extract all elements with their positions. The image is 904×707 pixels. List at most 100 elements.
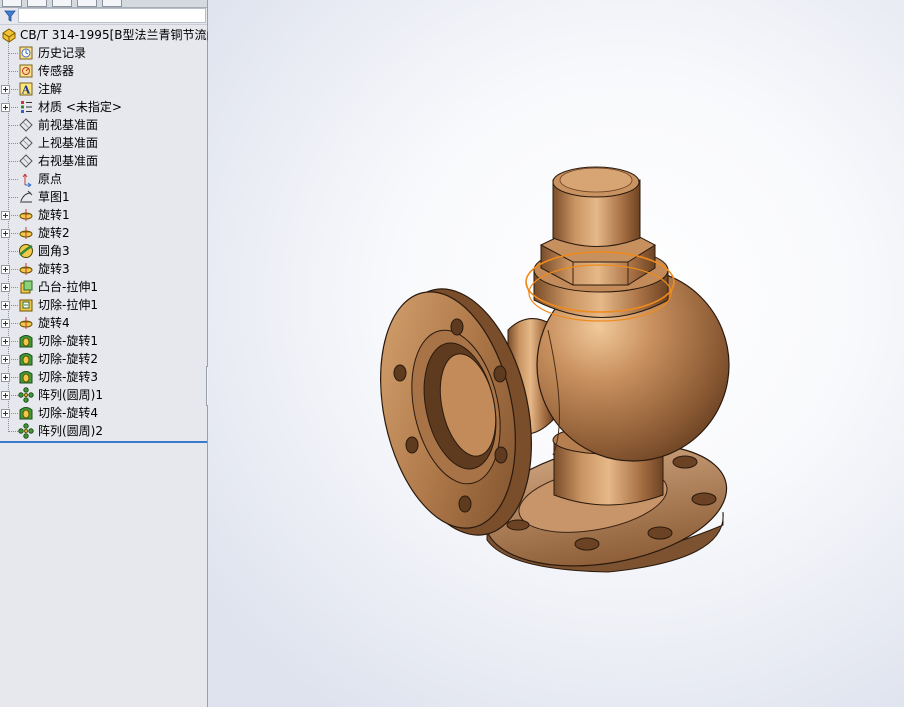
filter-icon[interactable]: [3, 9, 17, 23]
tab-feature-manager[interactable]: [2, 0, 22, 7]
tree-item[interactable]: 阵列(圆周)1: [0, 386, 207, 404]
tree-item[interactable]: 上视基准面: [0, 134, 207, 152]
tree-connector: [9, 323, 18, 324]
tree-item-label: 切除-旋转1: [38, 334, 98, 348]
sketch-icon: [20, 190, 33, 203]
tree-item-label: 切除-旋转4: [38, 406, 98, 420]
tree-connector: [9, 413, 18, 414]
tree-connector: [9, 251, 18, 252]
filter-input[interactable]: [18, 8, 206, 23]
revolve-icon: [19, 209, 33, 221]
sensor-icon: [19, 64, 33, 78]
tree-root-label: CB/T 314-1995[B型法兰青铜节流阀: [20, 28, 219, 42]
cut-extrude-icon: [19, 299, 33, 312]
tree-item[interactable]: 切除-旋转4: [0, 404, 207, 422]
tree-item-label: 旋转2: [38, 226, 70, 240]
tree-root-part[interactable]: CB/T 314-1995[B型法兰青铜节流阀: [0, 26, 219, 44]
tree-item[interactable]: 切除-旋转2: [0, 350, 207, 368]
tab-property-manager[interactable]: [27, 0, 47, 7]
tree-item-label: 旋转4: [38, 316, 70, 330]
tab-dimxpert-manager[interactable]: [77, 0, 97, 7]
tree-connector: [9, 53, 18, 54]
tree-connector: [9, 305, 18, 306]
tree-item-label: 传感器: [38, 64, 75, 78]
cut-revolve-icon: [19, 407, 33, 420]
stem-cap: [552, 166, 641, 247]
filter-row: [0, 7, 207, 25]
tree-connector: [9, 359, 18, 360]
tree-connector: [9, 395, 18, 396]
tab-configuration-manager[interactable]: [52, 0, 72, 7]
tree-item[interactable]: 阵列(圆周)2: [0, 422, 207, 440]
fillet-icon: [19, 244, 33, 258]
annotation-icon: A: [19, 82, 33, 97]
tree-connector: [9, 287, 18, 288]
tree-item[interactable]: 原点: [0, 170, 207, 188]
plane-icon: [19, 136, 33, 150]
tree-connector: [9, 107, 18, 108]
tree-item[interactable]: 圆角3: [0, 242, 207, 260]
tree-item-label: 切除-旋转3: [38, 370, 98, 384]
tree-connector: [9, 143, 18, 144]
tree-connector: [9, 341, 18, 342]
history-icon: [19, 46, 33, 60]
tree-item-label: 注解: [38, 82, 63, 96]
tree-item[interactable]: 旋转1: [0, 206, 207, 224]
material-icon: [21, 101, 32, 113]
graphics-viewport[interactable]: [208, 0, 904, 707]
tree-item[interactable]: 凸台-拉伸1: [0, 278, 207, 296]
tree-item-label: 上视基准面: [38, 136, 99, 150]
tree-connector: [9, 215, 18, 216]
tree-item[interactable]: 传感器: [0, 62, 207, 80]
tree-item-label: 切除-旋转2: [38, 352, 98, 366]
tree-connector: [9, 179, 18, 180]
tree-item-label: 历史记录: [38, 46, 87, 60]
tree-connector: [9, 431, 18, 432]
cut-revolve-icon: [19, 353, 33, 366]
tree-item[interactable]: 旋转4: [0, 314, 207, 332]
tree-connector: [9, 377, 18, 378]
tree-item[interactable]: 切除-旋转3: [0, 368, 207, 386]
circular-pattern-icon: [18, 423, 34, 439]
tree-item[interactable]: 材质 <未指定>: [0, 98, 207, 116]
tree-item[interactable]: 草图1: [0, 188, 207, 206]
tree-end-divider: [0, 441, 207, 443]
tree-connector: [9, 71, 18, 72]
tree-connector: [9, 161, 18, 162]
tree-item[interactable]: 切除-旋转1: [0, 332, 207, 350]
revolve-icon: [19, 317, 33, 329]
cut-revolve-icon: [19, 371, 33, 384]
part-icon: [2, 28, 16, 43]
feature-manager-panel: CB/T 314-1995[B型法兰青铜节流阀 历史记录传感器 A 注解材质 <未指…: [0, 0, 219, 707]
revolve-icon: [19, 263, 33, 275]
tree-item[interactable]: 历史记录: [0, 44, 207, 62]
valve-3d-model[interactable]: [208, 0, 904, 707]
boss-extrude-icon: [20, 280, 33, 294]
circular-pattern-icon: [18, 387, 34, 403]
tree-item[interactable]: 旋转2: [0, 224, 207, 242]
tree-item[interactable]: 切除-拉伸1: [0, 296, 207, 314]
tree-item-label: 旋转3: [38, 262, 70, 276]
tree-item-label: 原点: [38, 172, 63, 186]
origin-icon: [22, 173, 32, 187]
plane-icon: [19, 154, 33, 168]
tree-connector: [9, 269, 18, 270]
revolve-icon: [19, 227, 33, 239]
tree-item[interactable]: 前视基准面: [0, 116, 207, 134]
tree-item-label: 旋转1: [38, 208, 70, 222]
tree-item[interactable]: 右视基准面: [0, 152, 207, 170]
tree-connector: [9, 233, 18, 234]
cut-revolve-icon: [19, 335, 33, 348]
tree-item-label: 阵列(圆周)1: [38, 388, 103, 402]
tree-item-label: 阵列(圆周)2: [38, 424, 103, 438]
tree-connector: [9, 125, 18, 126]
tree-item[interactable]: 旋转3: [0, 260, 207, 278]
tree-item-label: 前视基准面: [38, 118, 99, 132]
tree-item[interactable]: A 注解: [0, 80, 207, 98]
svg-text:A: A: [21, 84, 31, 97]
tree-connector: [9, 89, 18, 90]
tree-item-label: 材质 <未指定>: [38, 100, 122, 114]
tree-item-label: 凸台-拉伸1: [38, 280, 98, 294]
tab-display-manager[interactable]: [102, 0, 122, 7]
tree-item-label: 切除-拉伸1: [38, 298, 98, 312]
